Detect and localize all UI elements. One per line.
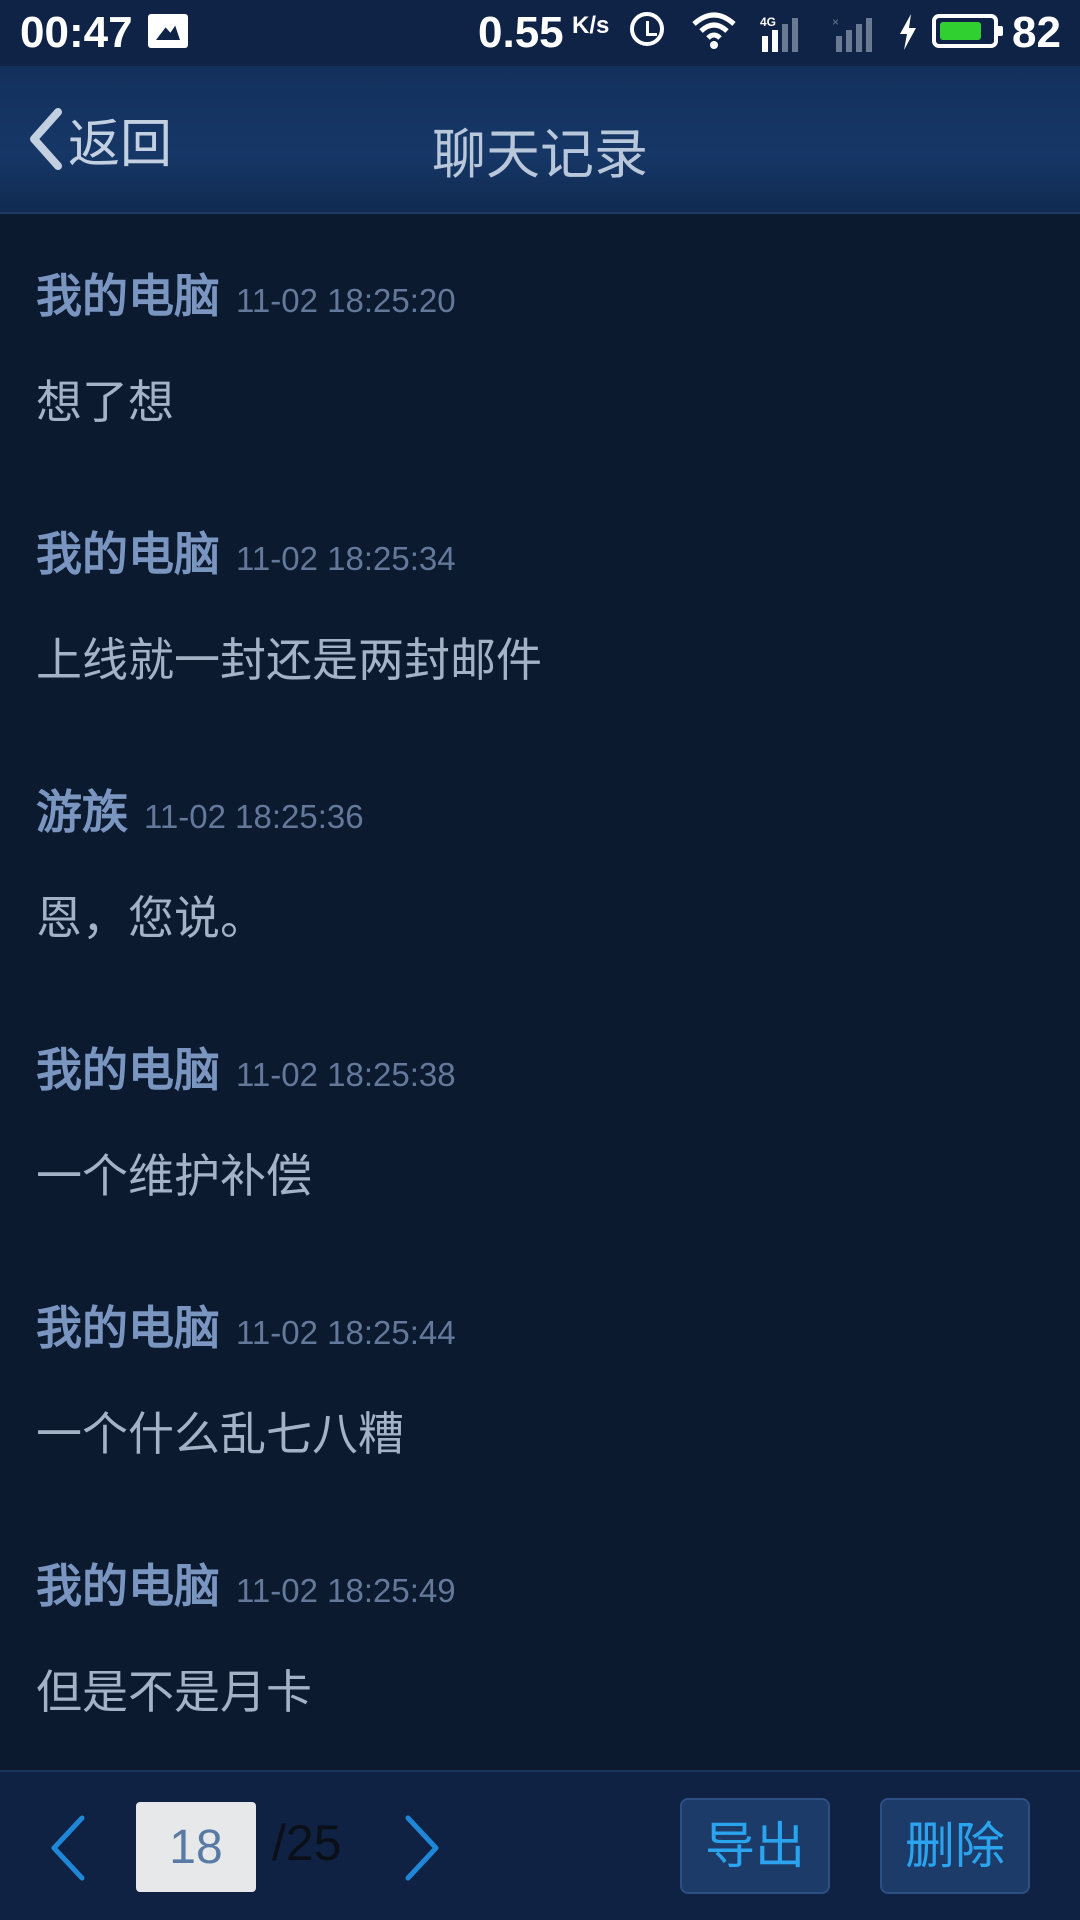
page-number-input[interactable] <box>136 1802 256 1892</box>
next-page-button[interactable] <box>398 1812 446 1884</box>
battery-icon <box>932 14 1003 48</box>
charging-icon <box>900 14 916 50</box>
message-timestamp: 11-02 18:25:49 <box>236 1572 456 1609</box>
message-sender: 我的电脑 <box>36 527 220 581</box>
message-text: 一个维护补偿 <box>36 1149 312 1203</box>
alarm-icon <box>630 12 664 46</box>
chat-message: 我的电脑 11-02 18:25:38 一个维护补偿 <box>0 988 1080 1246</box>
chat-message: 我的电脑 11-02 18:25:49 但是不是月卡 <box>0 1504 1080 1762</box>
battery-fill <box>940 22 981 40</box>
chat-message: 游族 11-02 18:25:36 恩，您说。 <box>0 730 1080 988</box>
message-text: 但是不是月卡 <box>36 1665 312 1719</box>
message-timestamp: 11-02 18:25:20 <box>236 282 456 319</box>
message-sender: 我的电脑 <box>36 269 220 323</box>
pagination-bar: /25 导出 删除 <box>0 1770 1080 1920</box>
battery-level: 82 <box>1012 8 1061 57</box>
chat-message: 我的电脑 11-02 18:25:34 上线就一封还是两封邮件 <box>0 472 1080 730</box>
chat-message: 我的电脑 11-02 18:25:20 想了想 <box>0 214 1080 472</box>
message-text: 一个什么乱七八糟 <box>36 1407 404 1461</box>
wifi-icon <box>692 12 736 49</box>
message-text: 想了想 <box>36 375 174 429</box>
chat-history-list[interactable]: 我的电脑 11-02 18:25:20 想了想 我的电脑 11-02 18:25… <box>0 214 1080 1770</box>
cell-signal-4g-icon: 4G <box>760 15 798 52</box>
chat-message: 我的电脑 11-02 18:25:44 一个什么乱七八糟 <box>0 1246 1080 1504</box>
image-notification-icon <box>148 14 188 48</box>
message-sender: 我的电脑 <box>36 1559 220 1613</box>
previous-page-button[interactable] <box>44 1812 92 1884</box>
message-timestamp: 11-02 18:25:38 <box>236 1056 456 1093</box>
message-timestamp: 11-02 18:25:44 <box>236 1314 456 1351</box>
status-bar: 00:47 0.55 K/s 4G × 82 <box>0 0 1080 66</box>
page-title: 聊天记录 <box>432 123 648 186</box>
page-total: /25 <box>272 1815 342 1871</box>
network-speed-unit: K/s <box>572 12 610 39</box>
message-timestamp: 11-02 18:25:34 <box>236 540 456 577</box>
cell-signal-no-service-icon: × <box>832 15 872 52</box>
export-button[interactable]: 导出 <box>680 1798 830 1894</box>
message-text: 上线就一封还是两封邮件 <box>36 633 542 687</box>
message-text: 恩，您说。 <box>36 891 266 945</box>
network-type-label: 4G <box>760 15 776 29</box>
delete-button[interactable]: 删除 <box>880 1798 1030 1894</box>
message-timestamp: 11-02 18:25:36 <box>144 798 364 835</box>
status-time: 00:47 <box>20 8 133 57</box>
header: 返回 聊天记录 <box>0 66 1080 214</box>
svg-text:×: × <box>832 15 839 29</box>
message-sender: 游族 <box>36 785 128 839</box>
message-sender: 我的电脑 <box>36 1043 220 1097</box>
network-speed: 0.55 <box>478 8 564 57</box>
message-sender: 我的电脑 <box>36 1301 220 1355</box>
